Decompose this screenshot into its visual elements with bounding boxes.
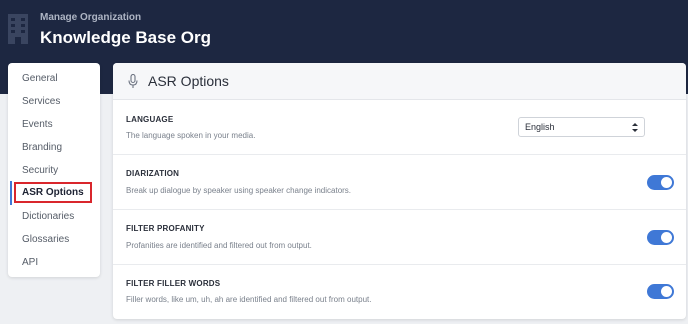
toggle-knob (661, 286, 672, 297)
sidebar-item-asr-options[interactable]: ASR Options (14, 182, 92, 203)
sidebar-item-glossaries[interactable]: Glossaries (22, 234, 69, 245)
language-description: The language spoken in your media. (126, 131, 256, 140)
active-indicator (10, 181, 12, 205)
microphone-icon (128, 74, 138, 88)
building-icon (8, 14, 28, 44)
toggle-knob (661, 232, 672, 243)
sidebar-item-general[interactable]: General (22, 73, 58, 84)
diarization-title: DIARIZATION (126, 169, 180, 178)
language-select-value: English (525, 122, 555, 132)
row-divider (113, 154, 686, 155)
language-select[interactable]: English (518, 117, 645, 137)
filter-profanity-toggle[interactable] (647, 230, 674, 245)
panel-title: ASR Options (148, 73, 229, 89)
sidebar-item-api[interactable]: API (22, 257, 38, 268)
toggle-knob (661, 177, 672, 188)
filter-profanity-description: Profanities are identified and filtered … (126, 241, 312, 250)
language-title: LANGUAGE (126, 115, 174, 124)
page-title: Knowledge Base Org (40, 28, 211, 47)
row-divider (113, 264, 686, 265)
sort-caret-icon (632, 123, 638, 132)
sidebar-item-branding[interactable]: Branding (22, 142, 62, 153)
sidebar-item-events[interactable]: Events (22, 119, 53, 130)
header-subtitle: Manage Organization (40, 12, 142, 23)
filter-filler-words-description: Filler words, like um, uh, ah are identi… (126, 295, 372, 304)
settings-sidebar: General Services Events Branding Securit… (8, 63, 100, 277)
diarization-toggle[interactable] (647, 175, 674, 190)
sidebar-item-security[interactable]: Security (22, 165, 58, 176)
filter-filler-words-toggle[interactable] (647, 284, 674, 299)
panel-header: ASR Options (113, 63, 686, 100)
filter-filler-words-title: FILTER FILLER WORDS (126, 279, 221, 288)
sidebar-item-dictionaries[interactable]: Dictionaries (22, 211, 74, 222)
diarization-description: Break up dialogue by speaker using speak… (126, 186, 352, 195)
sidebar-item-services[interactable]: Services (22, 96, 60, 107)
filter-profanity-title: FILTER PROFANITY (126, 224, 205, 233)
row-divider (113, 209, 686, 210)
asr-options-panel: ASR Options LANGUAGE The language spoken… (113, 63, 686, 319)
